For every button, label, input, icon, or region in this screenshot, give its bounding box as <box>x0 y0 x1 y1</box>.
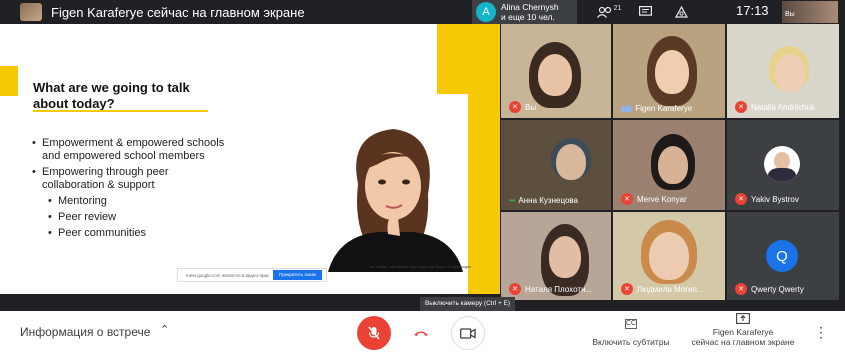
participant-name: ✕ Merve Konyar <box>621 193 687 205</box>
participant-name: ✕ Вы <box>509 101 536 113</box>
bullet-subitem: Peer communities <box>48 227 232 240</box>
face-shape <box>549 236 581 278</box>
chevron-up-icon[interactable]: ⌃ <box>160 323 169 336</box>
video-tile[interactable]: ••• Анна Кузнецова <box>501 120 611 210</box>
subtitles-button[interactable]: CC Включить субтитры <box>588 319 674 347</box>
chat-icon[interactable] <box>632 1 658 23</box>
mic-off-icon: ✕ <box>735 193 747 205</box>
thinking-woman-image <box>328 129 463 272</box>
meeting-info-button[interactable]: Информация о встрече <box>20 325 150 339</box>
bullet-item: Empowering through peer collaboration & … <box>32 166 232 192</box>
video-tile[interactable]: ✕ Наталя Плохотн... <box>501 212 611 300</box>
video-tile[interactable]: ✕ Вы <box>501 24 611 118</box>
mic-toggle-button[interactable] <box>357 316 391 350</box>
clock: 17:13 <box>736 3 769 18</box>
face-shape <box>538 54 572 96</box>
participant-name: ✕ Людмила Могел... <box>621 283 704 295</box>
present-icon <box>687 313 799 327</box>
hang-up-icon <box>414 331 428 336</box>
slide-bullets: Empowerment & empowered schools and empo… <box>32 137 232 243</box>
presentation-slide: What are we going to talk about today? E… <box>0 24 500 294</box>
video-tile[interactable]: ✕ Yakiv Bystrov <box>727 120 839 210</box>
speaking-icon: ▮▮▮ <box>621 104 632 113</box>
top-bar: Figen Karaferye сейчас на главном экране <box>0 0 845 24</box>
cc-icon: CC <box>625 319 637 329</box>
camera-icon <box>460 327 476 339</box>
camera-toggle-button[interactable] <box>451 316 485 350</box>
meet-window: { "topbar": { "presenting_title": "Figen… <box>0 0 845 354</box>
bullet-item: Empowerment & empowered schools and empo… <box>32 137 232 163</box>
slide-accent-left <box>0 66 18 96</box>
speaking-icon: ••• <box>509 196 515 205</box>
participant-chip[interactable]: A Alina Chernysh и еще 10 чел. <box>472 0 577 24</box>
heading-underline <box>33 110 208 112</box>
bullet-subitem: Mentoring <box>48 195 232 208</box>
presenting-title: Figen Karaferye сейчас на главном экране <box>51 4 305 20</box>
mic-off-icon: ✕ <box>509 283 521 295</box>
face-shape <box>655 50 689 94</box>
chip-line-2: и еще 10 чел. <box>501 12 555 22</box>
mic-off-icon: ✕ <box>509 101 521 113</box>
profile-photo <box>764 146 800 182</box>
activities-icon[interactable] <box>668 1 694 23</box>
participant-name: ✕ Yakiv Bystrov <box>735 193 799 205</box>
subtitles-label: Включить субтитры <box>592 337 670 347</box>
slide-accent-bar <box>468 24 500 294</box>
participant-name: ✕ Наталя Плохотн... <box>509 283 592 295</box>
participants-count: 21 <box>613 4 622 12</box>
presenter-avatar <box>20 3 42 21</box>
mic-off-icon: ✕ <box>621 283 633 295</box>
face-shape <box>658 146 688 184</box>
screen-share-text: meet.google.com является в видео-прис <box>186 272 270 278</box>
face-shape <box>556 144 586 180</box>
mic-off-icon: ✕ <box>735 283 747 295</box>
mic-off-icon: ✕ <box>735 101 747 113</box>
stop-sharing-button[interactable]: Прекратить показ <box>273 270 322 280</box>
chip-avatar: A <box>476 2 496 22</box>
self-thumbnail[interactable]: Вы <box>782 1 838 23</box>
face-shape <box>775 54 805 92</box>
top-icons: 21 <box>596 0 704 24</box>
people-icon[interactable]: 21 <box>596 1 622 23</box>
video-tile[interactable]: ✕ Людмила Могел... <box>613 212 725 300</box>
video-tile[interactable]: ✕ Natalia Andriichuk <box>727 24 839 118</box>
mic-off-icon <box>368 326 380 340</box>
slide-caption: по medkit, обучению техн. коуч-таб Фото:… <box>370 264 472 269</box>
participant-name: ••• Анна Кузнецова <box>509 196 578 205</box>
video-tile[interactable]: Q ✕ Qwerty Qwerty <box>727 212 839 300</box>
slide-heading: What are we going to talk about today? <box>33 80 190 111</box>
participant-avatar: Q <box>766 240 798 272</box>
screen-share-bar: meet.google.com является в видео-прис Пр… <box>177 268 327 282</box>
mic-off-icon: ✕ <box>621 193 633 205</box>
bottom-bar: Информация о встрече ⌃ CC Включить субти… <box>0 311 845 354</box>
chip-text: Alina Chernysh и еще 10 чел. <box>501 2 559 22</box>
presenter-line-1: Figen Karaferye <box>712 327 774 337</box>
bullet-subitem: Peer review <box>48 211 232 224</box>
participant-name: ✕ Qwerty Qwerty <box>735 283 804 295</box>
presenter-line-2: сейчас на главном экране <box>691 337 795 347</box>
present-now-button[interactable]: Figen Karaferye сейчас на главном экране <box>687 313 799 347</box>
chip-line-1: Alina Chernysh <box>501 2 559 12</box>
video-tile[interactable]: ▮▮▮ Figen Karaferye <box>613 24 725 118</box>
more-options-icon[interactable]: ⋮ <box>814 324 828 341</box>
slide-accent-top <box>437 24 469 94</box>
participant-name: ▮▮▮ Figen Karaferye <box>621 104 693 113</box>
hang-up-button[interactable] <box>404 316 438 350</box>
participant-name: ✕ Natalia Andriichuk <box>735 101 815 113</box>
face-shape <box>649 232 689 280</box>
camera-tooltip: Выключить камеру (Ctrl + E) <box>420 297 516 311</box>
video-tile[interactable]: ✕ Merve Konyar <box>613 120 725 210</box>
self-label: Вы <box>785 11 795 18</box>
